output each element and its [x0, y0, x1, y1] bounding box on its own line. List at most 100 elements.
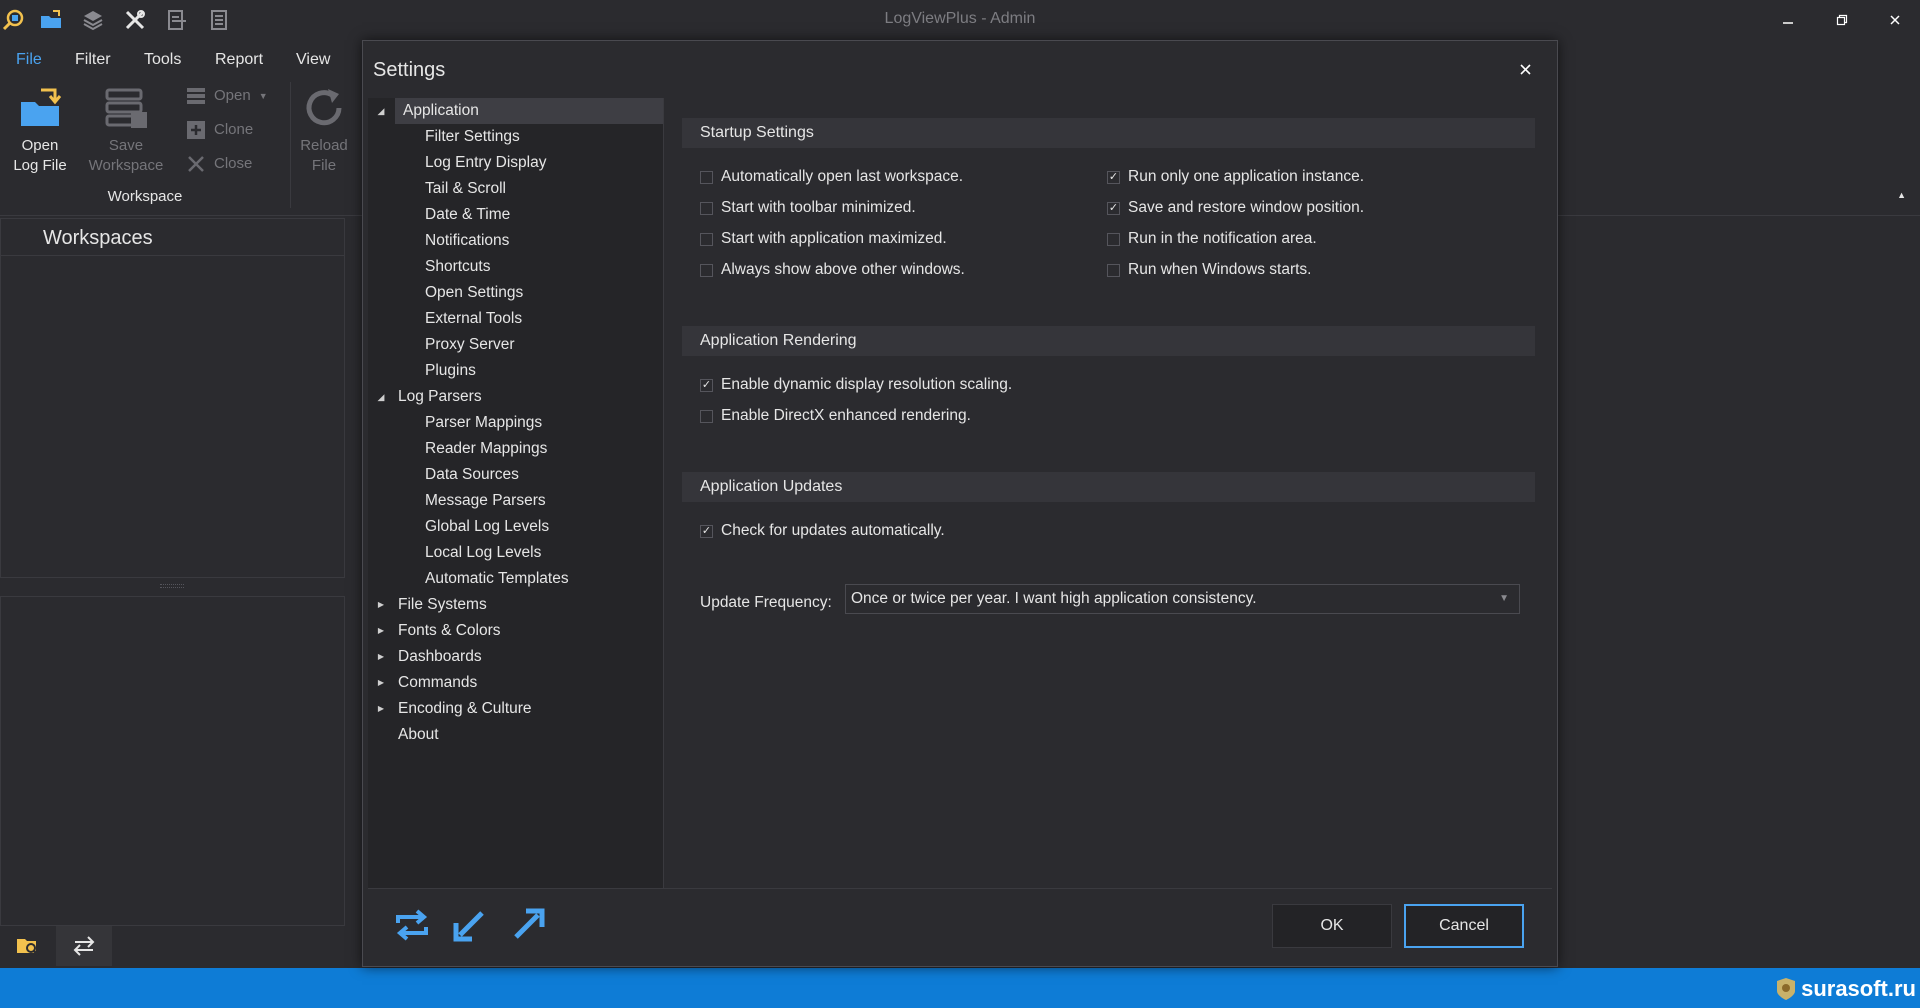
- tree-item-label: Automatic Templates: [425, 570, 569, 587]
- tree-item-label: Proxy Server: [425, 336, 515, 353]
- collapse-ribbon-icon[interactable]: ▲: [1897, 190, 1906, 200]
- tree-item-notifications[interactable]: Notifications: [368, 228, 663, 254]
- checkbox-label: Start with toolbar minimized.: [721, 199, 916, 216]
- expand-arrow-icon[interactable]: ▶: [375, 670, 387, 696]
- tab-view[interactable]: View: [296, 44, 330, 76]
- dialog-footer: OK Cancel: [368, 888, 1552, 963]
- tree-item-global-log-levels[interactable]: Global Log Levels: [368, 514, 663, 540]
- export-settings-icon[interactable]: [504, 903, 552, 947]
- checkbox-app-maximized[interactable]: Start with application maximized.: [700, 228, 947, 250]
- tab-report[interactable]: Report: [215, 44, 263, 76]
- save-stack-icon: [102, 84, 150, 132]
- tree-item-label: File Systems: [398, 596, 487, 613]
- tree-item-reader-mappings[interactable]: Reader Mappings: [368, 436, 663, 462]
- checkbox-label: Enable DirectX enhanced rendering.: [721, 407, 971, 424]
- minimize-button[interactable]: [1768, 4, 1808, 36]
- tree-item-label: Data Sources: [425, 466, 519, 483]
- tree-item-parser-mappings[interactable]: Parser Mappings: [368, 410, 663, 436]
- tree-item-fonts-colors[interactable]: ▶ Fonts & Colors: [368, 618, 663, 644]
- expand-arrow-icon[interactable]: ▶: [375, 644, 387, 670]
- tree-item-label: Global Log Levels: [425, 518, 550, 535]
- checkbox-auto-open-workspace[interactable]: Automatically open last workspace.: [700, 166, 963, 188]
- cancel-button[interactable]: Cancel: [1404, 904, 1524, 948]
- tree-item-encoding-culture[interactable]: ▶ Encoding & Culture: [368, 696, 663, 722]
- tree-item-tail-scroll[interactable]: Tail & Scroll: [368, 176, 663, 202]
- folder-search-icon[interactable]: [0, 926, 56, 966]
- checkbox-label: Automatically open last workspace.: [721, 168, 964, 185]
- status-bar: surasoft.ru: [0, 968, 1920, 1008]
- settings-content: Startup Settings Automatically open last…: [664, 98, 1553, 888]
- tree-item-plugins[interactable]: Plugins: [368, 358, 663, 384]
- tree-item-log-parsers[interactable]: ◢ Log Parsers: [368, 384, 663, 410]
- section-header-startup: Startup Settings: [682, 118, 1535, 148]
- tab-file[interactable]: File: [16, 44, 42, 76]
- close-icon: [1519, 63, 1531, 75]
- tree-item-about[interactable]: About: [368, 722, 663, 748]
- checkbox-always-on-top[interactable]: Always show above other windows.: [700, 259, 965, 281]
- close-window-button[interactable]: [1875, 4, 1915, 36]
- checkbox-toolbar-minimized[interactable]: Start with toolbar minimized.: [700, 197, 916, 219]
- open-workspace-button[interactable]: Open ▼: [186, 82, 268, 110]
- reload-file-button[interactable]: Reload File: [284, 84, 364, 176]
- checkbox-dynamic-scaling[interactable]: ✓ Enable dynamic display resolution scali…: [700, 374, 1012, 396]
- sync-settings-icon[interactable]: [388, 903, 436, 947]
- expand-arrow-icon[interactable]: ▶: [375, 618, 387, 644]
- tree-item-local-log-levels[interactable]: Local Log Levels: [368, 540, 663, 566]
- brand-watermark: surasoft.ru: [1775, 976, 1916, 1002]
- open-folder-icon: [16, 84, 64, 132]
- tree-item-date-time[interactable]: Date & Time: [368, 202, 663, 228]
- checkbox-notification-area[interactable]: Run in the notification area.: [1107, 228, 1317, 250]
- clone-button[interactable]: Clone: [186, 116, 253, 144]
- tree-item-label: Application: [403, 102, 479, 119]
- swap-icon[interactable]: [56, 926, 112, 966]
- tree-item-label: Message Parsers: [425, 492, 546, 509]
- tree-item-label: Log Entry Display: [425, 154, 547, 171]
- tree-item-open-settings[interactable]: Open Settings: [368, 280, 663, 306]
- list-icon: [187, 88, 205, 104]
- close-workspace-button[interactable]: Close: [186, 150, 252, 178]
- brand-text: surasoft.ru: [1801, 976, 1916, 1001]
- tab-filter[interactable]: Filter: [75, 44, 111, 76]
- checkbox-box: ✓: [700, 378, 713, 392]
- save-workspace-button[interactable]: Save Workspace: [86, 84, 166, 176]
- section-header-rendering: Application Rendering: [682, 326, 1535, 356]
- expand-arrow-icon[interactable]: ▶: [375, 592, 387, 618]
- tree-item-shortcuts[interactable]: Shortcuts: [368, 254, 663, 280]
- tree-item-label: Notifications: [425, 232, 510, 249]
- tree-item-message-parsers[interactable]: Message Parsers: [368, 488, 663, 514]
- open-log-file-button[interactable]: Open Log File: [0, 84, 80, 176]
- tree-item-label: Local Log Levels: [425, 544, 542, 561]
- reload-icon: [300, 84, 348, 132]
- import-settings-icon[interactable]: [446, 903, 494, 947]
- checkbox-directx-rendering[interactable]: Enable DirectX enhanced rendering.: [700, 405, 971, 427]
- checkbox-save-window-position[interactable]: ✓ Save and restore window position.: [1107, 197, 1364, 219]
- tree-item-dashboards[interactable]: ▶ Dashboards: [368, 644, 663, 670]
- workspaces-title: Workspaces: [43, 227, 153, 249]
- tree-item-label: Shortcuts: [425, 258, 491, 275]
- tree-item-external-tools[interactable]: External Tools: [368, 306, 663, 332]
- ok-button[interactable]: OK: [1272, 904, 1392, 948]
- tree-item-application[interactable]: ◢ Application: [378, 98, 663, 124]
- close-icon: [188, 156, 204, 172]
- checkbox-run-on-startup[interactable]: Run when Windows starts.: [1107, 259, 1312, 281]
- checkbox-box: [700, 263, 713, 277]
- tab-tools[interactable]: Tools: [144, 44, 181, 76]
- tree-item-commands[interactable]: ▶ Commands: [368, 670, 663, 696]
- checkbox-single-instance[interactable]: ✓ Run only one application instance.: [1107, 166, 1364, 188]
- tree-item-proxy-server[interactable]: Proxy Server: [368, 332, 663, 358]
- tree-item-filter-settings[interactable]: Filter Settings: [368, 124, 663, 150]
- update-frequency-select[interactable]: Once or twice per year. I want high appl…: [845, 584, 1520, 614]
- ribbon-group-label: Workspace: [107, 188, 183, 205]
- tree-item-file-systems[interactable]: ▶ File Systems: [368, 592, 663, 618]
- expand-arrow-icon[interactable]: ▶: [375, 696, 387, 722]
- collapse-arrow-icon[interactable]: ◢: [375, 98, 387, 124]
- tree-item-data-sources[interactable]: Data Sources: [368, 462, 663, 488]
- tree-item-label: Parser Mappings: [425, 414, 543, 431]
- tree-item-automatic-templates[interactable]: Automatic Templates: [368, 566, 663, 592]
- restore-button[interactable]: [1822, 4, 1862, 36]
- tree-item-log-entry-display[interactable]: Log Entry Display: [368, 150, 663, 176]
- checkbox-check-updates[interactable]: ✓ Check for updates automatically.: [700, 520, 945, 542]
- dialog-close-button[interactable]: [1513, 57, 1537, 81]
- collapse-arrow-icon[interactable]: ◢: [375, 384, 387, 410]
- splitter-grip[interactable]: [160, 584, 184, 588]
